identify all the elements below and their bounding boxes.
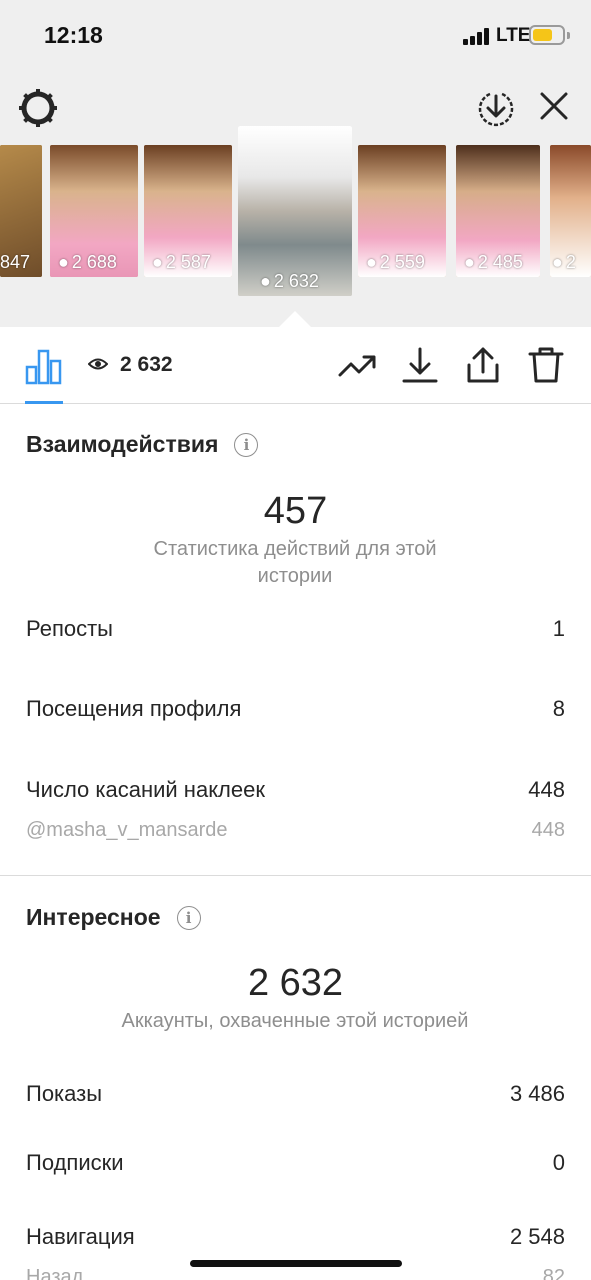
eye-icon (87, 353, 109, 377)
stat-row-profile-visits: Посещения профиля 8 (26, 696, 565, 721)
eye-icon: ● (152, 252, 163, 272)
stat-subrow-mention: @masha_v_mansarde 448 (26, 819, 565, 841)
active-tab-indicator (25, 401, 63, 404)
trend-up-icon[interactable] (338, 345, 378, 385)
status-time: 12:18 (44, 22, 103, 48)
selected-story-pointer (279, 311, 311, 327)
battery-icon (529, 25, 570, 45)
settings-icon[interactable] (16, 86, 60, 130)
close-icon[interactable] (534, 86, 574, 126)
home-indicator[interactable] (190, 1260, 402, 1267)
signal-icon (463, 27, 493, 45)
discovery-caption: Аккаунты, охваченные этой историей (121, 1010, 469, 1032)
story-thumbnail[interactable]: ● 2 587 (144, 145, 232, 277)
story-views: ● 2 688 (58, 252, 117, 272)
story-thumbnail[interactable]: ● 2 (550, 145, 591, 277)
eye-icon: ● (58, 252, 69, 272)
eye-icon: ● (260, 271, 271, 291)
eye-icon: ● (464, 252, 475, 272)
story-views: 847 (0, 252, 31, 272)
trash-icon[interactable] (526, 345, 566, 385)
download-circle-icon[interactable] (474, 86, 518, 130)
stat-subrow-back: Назад 82 (26, 1266, 565, 1280)
story-thumbnail[interactable]: 847 (0, 145, 42, 277)
story-thumbnail[interactable]: ● 2 688 (50, 145, 138, 277)
story-toolbar: 2 632 (0, 327, 591, 404)
story-views: ● 2 485 (464, 252, 523, 272)
stat-row-follows: Подписки 0 (26, 1150, 565, 1175)
story-views: ● 2 587 (152, 252, 211, 272)
eye-icon: ● (552, 252, 563, 272)
story-views: ● 2 559 (366, 252, 425, 272)
section-divider (0, 875, 591, 876)
story-thumbnail[interactable]: ● 2 485 (456, 145, 540, 277)
story-thumbnail-selected[interactable]: ● 2 632 (238, 126, 352, 296)
stat-row-navigation: Навигация 2 548 (26, 1224, 565, 1249)
interactions-section-title: Взаимодействия i (26, 431, 259, 458)
interactions-total: 457 (263, 490, 328, 532)
info-icon[interactable]: i (176, 905, 201, 930)
info-icon[interactable]: i (234, 432, 259, 457)
discovery-total: 2 632 (247, 962, 344, 1004)
download-icon[interactable] (400, 345, 440, 385)
story-thumbnail[interactable]: ● 2 559 (358, 145, 446, 277)
views-count: 2 632 (87, 353, 173, 377)
story-views: ● 2 (552, 252, 576, 272)
stat-row-reposts: Репосты 1 (26, 616, 565, 641)
eye-icon: ● (366, 252, 377, 272)
discovery-section-title: Интересное i (26, 904, 201, 931)
share-icon[interactable] (463, 345, 503, 385)
network-type: LTE (496, 25, 531, 46)
story-views: ● 2 632 (260, 271, 319, 291)
interactions-caption: Статистика действий для этой истории (153, 538, 437, 587)
stat-row-sticker-taps: Число касаний наклеек 448 (26, 777, 565, 802)
bar-chart-icon[interactable] (25, 347, 63, 385)
stat-row-impressions: Показы 3 486 (26, 1081, 565, 1106)
